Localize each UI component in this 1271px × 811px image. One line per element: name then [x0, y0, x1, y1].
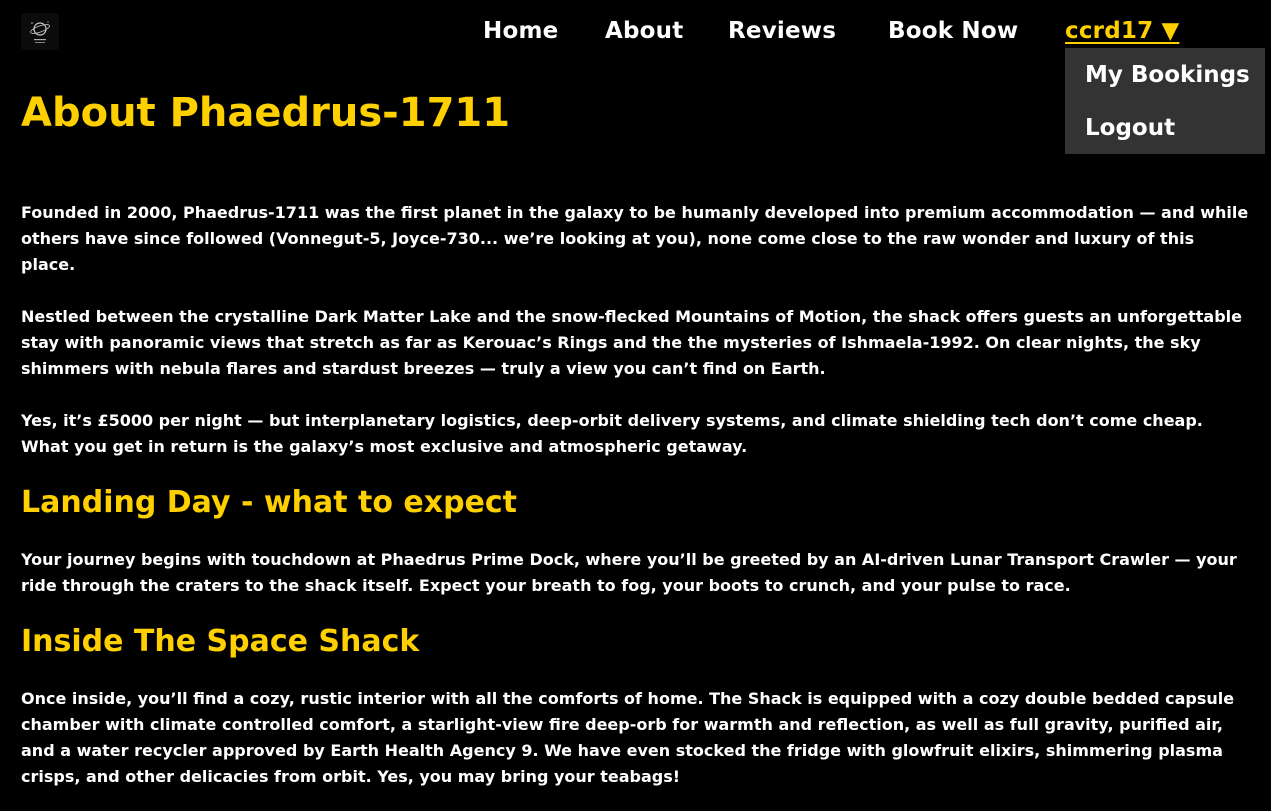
landing-day-heading: Landing Day - what to expect [21, 485, 518, 520]
landing-day-paragraph: Your journey begins with touchdown at Ph… [21, 550, 1237, 595]
inside-shack-paragraph: Once inside, you’ll find a cozy, rustic … [21, 689, 1235, 786]
intro-paragraph-founded: Founded in 2000, Phaedrus-1711 was the f… [21, 203, 1249, 274]
my-bookings-link[interactable]: My Bookings [1085, 62, 1250, 88]
page-title: About Phaedrus-1711 [21, 90, 511, 136]
intro-paragraph-location: Nestled between the crystalline Dark Mat… [21, 307, 1242, 378]
nav-about-link[interactable]: About [605, 18, 683, 44]
nav-home-link[interactable]: Home [483, 18, 558, 44]
nav-book-now-link[interactable]: Book Now [888, 18, 1018, 44]
user-dropdown-menu: My Bookings Logout [1065, 48, 1265, 154]
intro-paragraph-price: Yes, it’s £5000 per night — but interpla… [21, 411, 1203, 456]
inside-shack-heading: Inside The Space Shack [21, 624, 420, 659]
nav-reviews-link[interactable]: Reviews [728, 18, 836, 44]
user-menu-toggle[interactable]: ccrd17 ▼ [1065, 18, 1179, 44]
logout-link[interactable]: Logout [1085, 115, 1175, 141]
